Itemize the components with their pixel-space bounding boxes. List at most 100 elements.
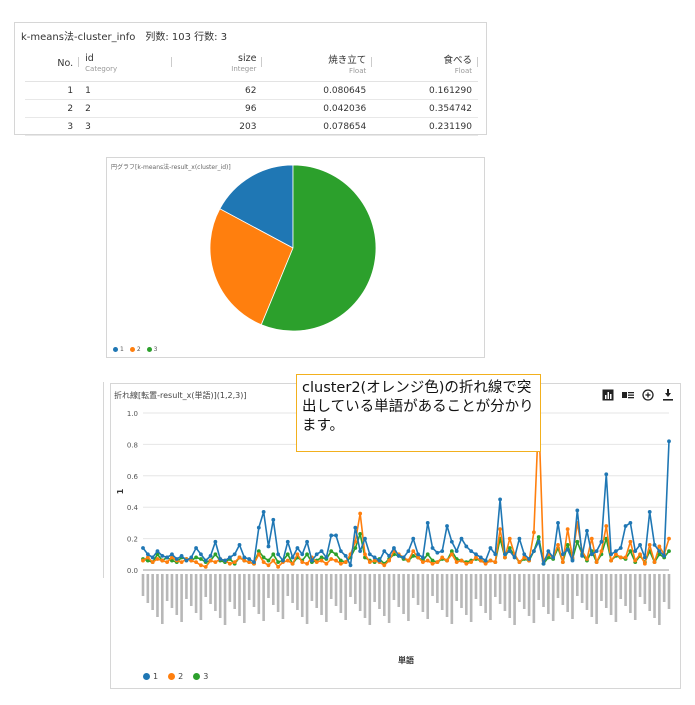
data-point-1[interactable]: [223, 558, 227, 563]
data-point-1[interactable]: [585, 528, 589, 533]
data-point-1[interactable]: [165, 555, 170, 560]
data-point-3[interactable]: [358, 531, 363, 536]
data-point-1[interactable]: [440, 549, 445, 554]
data-point-2[interactable]: [425, 558, 430, 563]
data-point-2[interactable]: [199, 563, 203, 568]
data-point-1[interactable]: [657, 549, 662, 554]
data-point-1[interactable]: [145, 552, 150, 557]
data-point-1[interactable]: [614, 549, 618, 554]
data-point-1[interactable]: [478, 555, 483, 560]
data-point-1[interactable]: [512, 555, 517, 560]
table-row[interactable]: 3 3 203 0.078654 0.231190: [25, 117, 478, 136]
data-point-3[interactable]: [575, 539, 580, 544]
data-point-2[interactable]: [305, 561, 309, 566]
data-point-1[interactable]: [420, 555, 425, 560]
data-point-1[interactable]: [527, 557, 531, 561]
data-point-2[interactable]: [420, 560, 425, 565]
data-point-1[interactable]: [618, 546, 623, 550]
data-point-1[interactable]: [609, 552, 613, 557]
data-point-1[interactable]: [271, 517, 276, 522]
data-point-2[interactable]: [194, 560, 198, 565]
data-point-1[interactable]: [459, 536, 464, 541]
data-point-1[interactable]: [179, 553, 184, 558]
data-point-2[interactable]: [638, 552, 642, 557]
data-point-2[interactable]: [642, 561, 647, 566]
data-point-2[interactable]: [411, 549, 416, 554]
data-point-3[interactable]: [425, 552, 430, 557]
data-point-1[interactable]: [392, 546, 396, 550]
data-point-1[interactable]: [218, 557, 223, 561]
data-point-1[interactable]: [401, 555, 406, 560]
data-point-2[interactable]: [594, 560, 599, 565]
data-point-1[interactable]: [464, 544, 469, 549]
data-point-1[interactable]: [329, 533, 334, 538]
data-point-3[interactable]: [266, 558, 271, 563]
data-point-3[interactable]: [334, 552, 338, 557]
data-point-2[interactable]: [208, 558, 213, 563]
data-point-2[interactable]: [232, 560, 237, 565]
column-header-size[interactable]: size Integer: [172, 45, 263, 82]
data-point-1[interactable]: [334, 533, 338, 538]
legend-item-1[interactable]: 1: [143, 672, 158, 681]
data-point-2[interactable]: [604, 524, 609, 528]
data-point-2[interactable]: [237, 555, 242, 560]
data-point-2[interactable]: [155, 557, 160, 561]
data-point-1[interactable]: [474, 552, 478, 557]
data-point-1[interactable]: [150, 555, 155, 560]
data-point-2[interactable]: [517, 560, 522, 565]
data-point-2[interactable]: [382, 563, 387, 568]
data-point-2[interactable]: [276, 564, 281, 569]
data-point-1[interactable]: [662, 553, 667, 558]
data-point-1[interactable]: [237, 542, 242, 547]
data-point-2[interactable]: [628, 539, 633, 544]
data-point-1[interactable]: [194, 546, 198, 550]
data-point-2[interactable]: [256, 552, 261, 557]
data-point-1[interactable]: [281, 558, 285, 563]
data-point-1[interactable]: [382, 549, 387, 554]
data-point-2[interactable]: [266, 563, 271, 568]
data-point-2[interactable]: [493, 560, 498, 565]
data-point-1[interactable]: [633, 549, 638, 554]
data-point-1[interactable]: [435, 550, 440, 555]
data-point-1[interactable]: [324, 555, 329, 560]
data-point-1[interactable]: [565, 547, 570, 552]
data-point-3[interactable]: [199, 557, 203, 561]
data-point-2[interactable]: [498, 527, 502, 532]
legend-item-2[interactable]: 2: [168, 672, 183, 681]
data-point-1[interactable]: [416, 552, 420, 557]
data-point-2[interactable]: [488, 558, 493, 563]
data-point-2[interactable]: [319, 558, 324, 563]
data-point-1[interactable]: [589, 552, 594, 557]
data-point-2[interactable]: [623, 555, 628, 560]
data-point-1[interactable]: [406, 549, 411, 554]
column-header-taberu[interactable]: 食べる Float: [372, 45, 478, 82]
data-point-1[interactable]: [667, 439, 671, 444]
data-point-2[interactable]: [203, 564, 208, 569]
data-point-1[interactable]: [343, 553, 348, 558]
data-point-2[interactable]: [141, 558, 145, 563]
data-point-3[interactable]: [285, 552, 290, 557]
data-point-1[interactable]: [411, 536, 416, 541]
data-point-1[interactable]: [174, 557, 179, 561]
data-point-1[interactable]: [541, 561, 546, 566]
data-point-1[interactable]: [594, 549, 599, 554]
data-point-1[interactable]: [599, 539, 604, 544]
data-point-2[interactable]: [507, 536, 512, 541]
data-point-1[interactable]: [430, 546, 435, 550]
data-point-1[interactable]: [363, 536, 367, 541]
data-point-2[interactable]: [449, 552, 454, 557]
data-point-2[interactable]: [585, 557, 589, 561]
data-point-1[interactable]: [454, 549, 459, 554]
data-point-1[interactable]: [372, 555, 377, 560]
data-point-1[interactable]: [536, 539, 541, 544]
data-point-2[interactable]: [338, 561, 343, 566]
data-point-1[interactable]: [503, 552, 507, 557]
data-point-3[interactable]: [329, 549, 334, 554]
data-point-1[interactable]: [353, 525, 358, 530]
data-point-1[interactable]: [160, 553, 165, 558]
data-point-2[interactable]: [589, 536, 594, 541]
data-point-2[interactable]: [440, 555, 445, 560]
data-point-1[interactable]: [247, 557, 252, 561]
data-point-2[interactable]: [469, 560, 474, 565]
data-point-2[interactable]: [652, 560, 657, 565]
